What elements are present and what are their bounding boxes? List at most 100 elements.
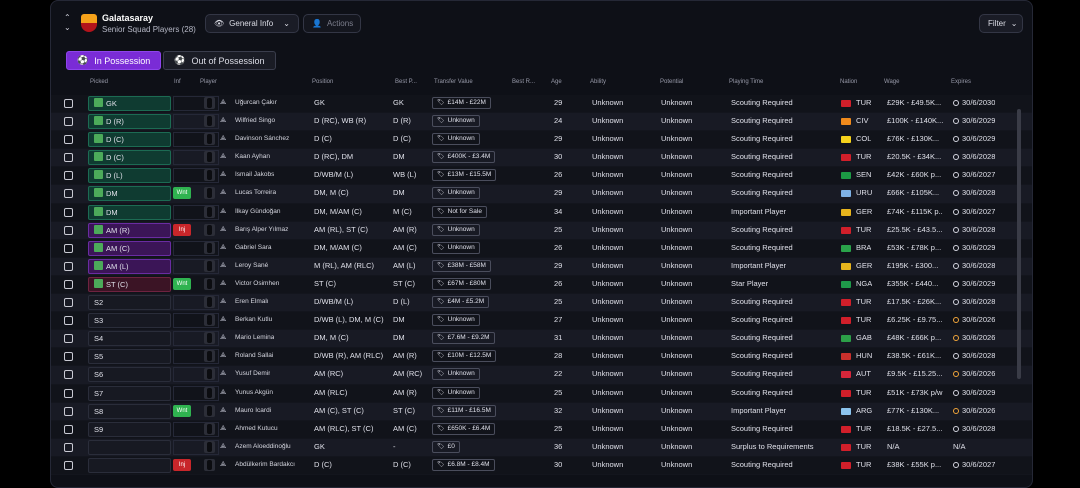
player-avatar[interactable] — [204, 277, 215, 290]
table-row[interactable]: Inj ⟁ Abdülkerim Bardakcı D (C) D (C) 🏷 £6.8M … — [51, 456, 1032, 475]
col-age[interactable]: Age — [551, 79, 562, 85]
player-name[interactable]: Berkan Kutlu — [235, 316, 272, 323]
row-checkbox[interactable] — [64, 424, 73, 434]
info-badge[interactable]: Wnt — [173, 187, 191, 200]
club-name[interactable]: Galatasaray — [102, 13, 153, 23]
table-row[interactable]: D (R) ⟁ Wilfried Singo D (RC), WB (R) D (R) 🏷… — [51, 113, 1032, 132]
row-checkbox[interactable] — [64, 334, 73, 344]
player-name[interactable]: İlkay Gündoğan — [235, 208, 281, 215]
transfer-value[interactable]: 🏷 £0 — [432, 440, 460, 453]
picked-slot[interactable]: AM (C) — [88, 240, 171, 256]
table-row[interactable]: D (C) ⟁ Kaan Ayhan D (RC), DM DM 🏷 £400K - £3.… — [51, 149, 1032, 168]
transfer-value[interactable]: 🏷 £38M - £58M — [432, 259, 491, 272]
player-name[interactable]: Eren Elmalı — [235, 298, 269, 305]
transfer-value[interactable]: 🏷 £11M - £16.5M — [432, 404, 496, 417]
transfer-value[interactable]: 🏷 Unknown — [432, 115, 480, 128]
player-avatar[interactable] — [204, 368, 215, 381]
player-name[interactable]: Uğurcan Çakır — [235, 99, 277, 106]
player-avatar[interactable] — [204, 151, 215, 164]
table-row[interactable]: S8 Wnt ⟁ Mauro Icardi AM (C), ST (C) ST (C) 🏷 £… — [51, 402, 1032, 421]
player-avatar[interactable] — [204, 133, 215, 146]
picked-slot[interactable]: S4 — [88, 331, 171, 347]
col-best-role[interactable]: Best R... — [512, 79, 535, 85]
table-row[interactable]: DM ⟁ İlkay Gündoğan DM, M/AM (C) M (C) 🏷 Not f… — [51, 203, 1032, 222]
player-avatar[interactable] — [204, 223, 215, 236]
table-row[interactable]: ST (C) Wnt ⟁ Victor Osimhen ST (C) ST (C) 🏷 £67… — [51, 275, 1032, 295]
row-checkbox[interactable] — [64, 117, 73, 127]
player-name[interactable]: Ismail Jakobs — [235, 171, 274, 178]
info-badge[interactable]: Wnt — [173, 277, 191, 290]
transfer-value[interactable]: 🏷 Not for Sale — [432, 205, 487, 218]
row-checkbox[interactable] — [64, 135, 73, 145]
player-avatar[interactable] — [204, 332, 215, 345]
transfer-value[interactable]: 🏷 £4M - £5.2M — [432, 296, 490, 309]
player-name[interactable]: Roland Sallai — [235, 352, 273, 359]
col-nation[interactable]: Nation — [840, 79, 857, 85]
table-row[interactable]: AM (L) ⟁ Leroy Sané M (RL), AM (RLC) AM (L) 🏷… — [51, 257, 1032, 276]
table-row[interactable]: AM (C) ⟁ Gabriel Sara DM, M/AM (C) AM (C) 🏷 Un… — [51, 239, 1032, 258]
row-checkbox[interactable] — [64, 189, 73, 199]
transfer-value[interactable]: 🏷 Unknown — [432, 386, 480, 399]
col-player[interactable]: Player — [200, 79, 217, 85]
col-picked[interactable]: Picked — [90, 79, 108, 85]
transfer-value[interactable]: 🏷 £7.6M - £9.2M — [432, 332, 495, 345]
player-name[interactable]: Victor Osimhen — [235, 280, 279, 287]
row-checkbox[interactable] — [64, 153, 73, 163]
picked-slot[interactable]: DM — [88, 186, 171, 202]
table-row[interactable]: D (L) ⟁ Ismail Jakobs D/WB/M (L) WB (L) 🏷 £13M… — [51, 167, 1032, 186]
table-row[interactable]: DM Wnt ⟁ Lucas Torreira DM, M (C) DM 🏷 Unknown 2… — [51, 185, 1032, 204]
transfer-value[interactable]: 🏷 Unknown — [432, 187, 480, 200]
player-avatar[interactable] — [204, 458, 215, 471]
transfer-value[interactable]: 🏷 £6.8M - £8.4M — [432, 458, 495, 471]
player-name[interactable]: Davinson Sánchez — [235, 135, 289, 142]
tab-in-possession[interactable]: ⚽ In Possession — [66, 51, 162, 70]
row-checkbox[interactable] — [64, 261, 73, 271]
tab-out-of-possession[interactable]: ⚽ Out of Possession — [163, 51, 276, 70]
view-dropdown[interactable]: 👁 General Info ⌄ — [205, 14, 299, 33]
row-checkbox[interactable] — [64, 207, 73, 217]
picked-slot[interactable]: D (L) — [88, 168, 171, 184]
nav-arrows[interactable]: ⌃ ⌄ — [64, 13, 74, 33]
player-avatar[interactable] — [204, 259, 215, 272]
chevron-up-icon[interactable]: ⌃ — [64, 13, 74, 23]
transfer-value[interactable]: 🏷 Unknown — [432, 133, 480, 146]
picked-slot[interactable]: AM (L) — [88, 258, 171, 274]
info-badge[interactable]: Inj — [173, 223, 191, 236]
row-checkbox[interactable] — [64, 352, 73, 362]
info-badge[interactable]: Wnt — [173, 404, 191, 417]
picked-slot[interactable]: S5 — [88, 349, 171, 365]
row-checkbox[interactable] — [64, 442, 73, 452]
table-row[interactable]: S9 ⟁ Ahmed Kutucu AM (RLC), ST (C) AM (C) 🏷 £6… — [51, 420, 1032, 439]
picked-slot[interactable]: D (C) — [88, 150, 171, 166]
transfer-value[interactable]: 🏷 £400K - £3.4M — [432, 151, 496, 164]
picked-slot[interactable]: S8 — [88, 403, 171, 419]
picked-slot[interactable]: S6 — [88, 367, 171, 383]
chevron-down-icon[interactable]: ⌄ — [64, 23, 74, 33]
table-row[interactable]: S3 ⟁ Berkan Kutlu D/WB (L), DM, M (C) DM 🏷 Unk… — [51, 312, 1032, 331]
table-row[interactable]: S5 ⟁ Roland Sallai D/WB (R), AM (RLC) AM (R)… — [51, 348, 1032, 367]
filter-button[interactable]: Filter ⌄ — [979, 14, 1023, 33]
player-name[interactable]: Lucas Torreira — [235, 189, 276, 196]
transfer-value[interactable]: 🏷 £13M - £15.5M — [432, 169, 497, 182]
table-row[interactable]: AM (R) Inj ⟁ Barış Alper Yılmaz AM (RL), ST … — [51, 221, 1032, 240]
row-checkbox[interactable] — [64, 460, 73, 470]
row-checkbox[interactable] — [64, 243, 73, 253]
player-avatar[interactable] — [204, 241, 215, 254]
transfer-value[interactable]: 🏷 Unknown — [432, 368, 480, 381]
col-playing-time[interactable]: Playing Time — [729, 79, 763, 85]
col-inf[interactable]: Inf — [174, 79, 181, 85]
transfer-value[interactable]: 🏷 £10M - £12.5M — [432, 350, 497, 363]
row-checkbox[interactable] — [64, 225, 73, 235]
player-name[interactable]: Mario Lemina — [235, 334, 274, 341]
player-avatar[interactable] — [204, 296, 215, 309]
actions-button[interactable]: 👤 Actions — [303, 14, 361, 33]
row-checkbox[interactable] — [64, 171, 73, 181]
row-checkbox[interactable] — [64, 298, 73, 308]
row-checkbox[interactable] — [64, 406, 73, 416]
table-row[interactable]: GK ⟁ Uğurcan Çakır GK GK 🏷 £14M - £22M 29 Unknow… — [51, 95, 1032, 114]
col-expires[interactable]: Expires — [951, 79, 971, 85]
player-avatar[interactable] — [204, 205, 215, 218]
player-avatar[interactable] — [204, 169, 215, 182]
row-checkbox[interactable] — [64, 99, 73, 108]
picked-slot[interactable] — [88, 457, 171, 473]
